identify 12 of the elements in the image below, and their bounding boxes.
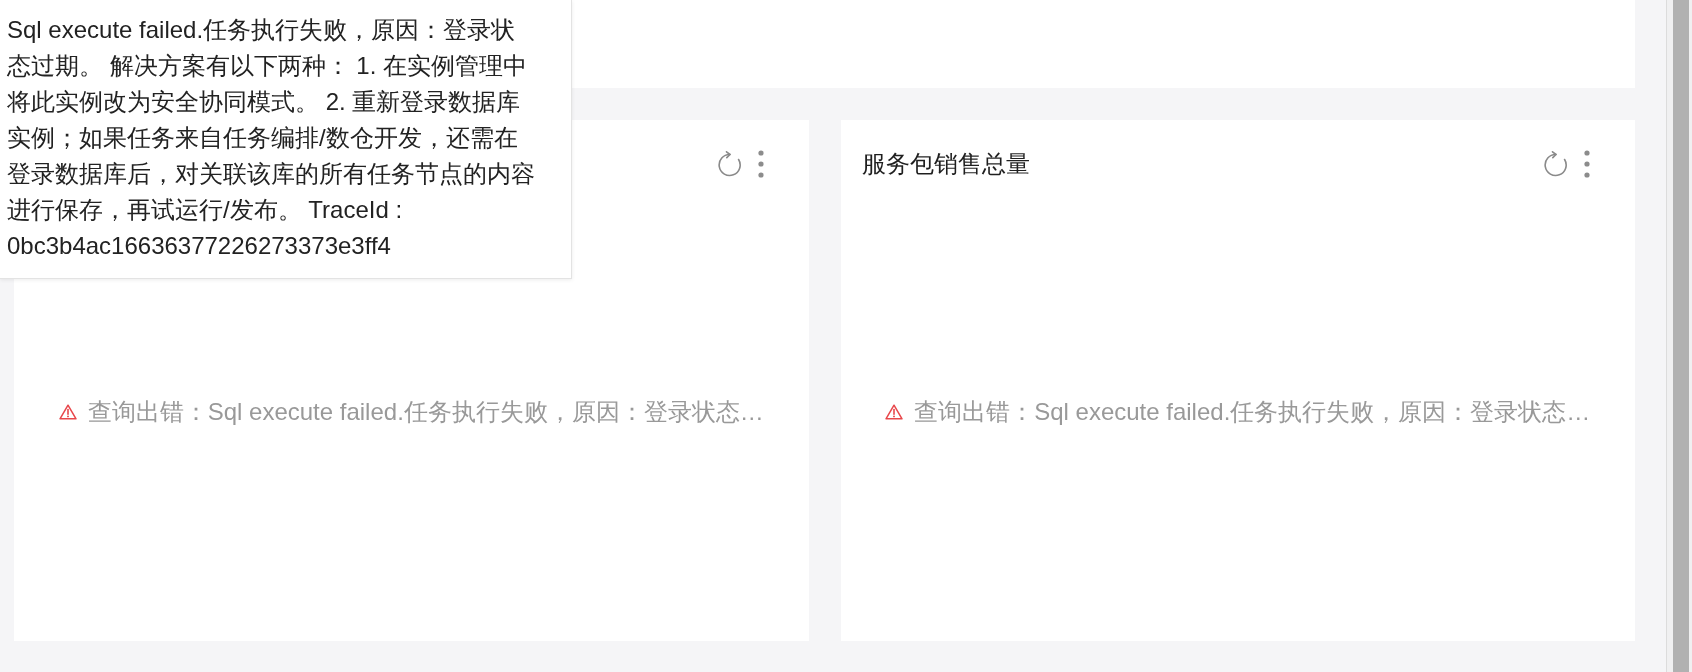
- tooltip-text: Sql execute failed.任务执行失败，原因：登录状态过期。 解决方案有以下两种： 1. 在实例管理中将此实例改为安全协同模式。 2. 重新登录数据库实例；如果任务来自任务编排/数仓开发，还需在登录数据库后，对关联该库的所有任务节点的内容进行保存，再试运行/发布。 TraceId : 0bc3b4ac16636377226273373e3ff4: [7, 15, 536, 261]
- warning-icon: [885, 403, 904, 420]
- error-message: 查询出错：Sql execute failed.任务执行失败，原因：登录状态…: [914, 396, 1591, 427]
- card-title: 服务包销售总量: [861, 149, 1030, 179]
- scrollbar-track[interactable]: [1666, 0, 1692, 672]
- refresh-icon[interactable]: [1542, 150, 1568, 178]
- scrollbar-thumb[interactable]: [1673, 0, 1689, 672]
- more-icon[interactable]: [1584, 150, 1590, 178]
- more-icon[interactable]: [757, 150, 764, 178]
- refresh-icon[interactable]: [715, 150, 742, 178]
- warning-icon: [58, 403, 77, 420]
- error-message: 查询出错：Sql execute failed.任务执行失败，原因：登录状态…: [87, 396, 764, 427]
